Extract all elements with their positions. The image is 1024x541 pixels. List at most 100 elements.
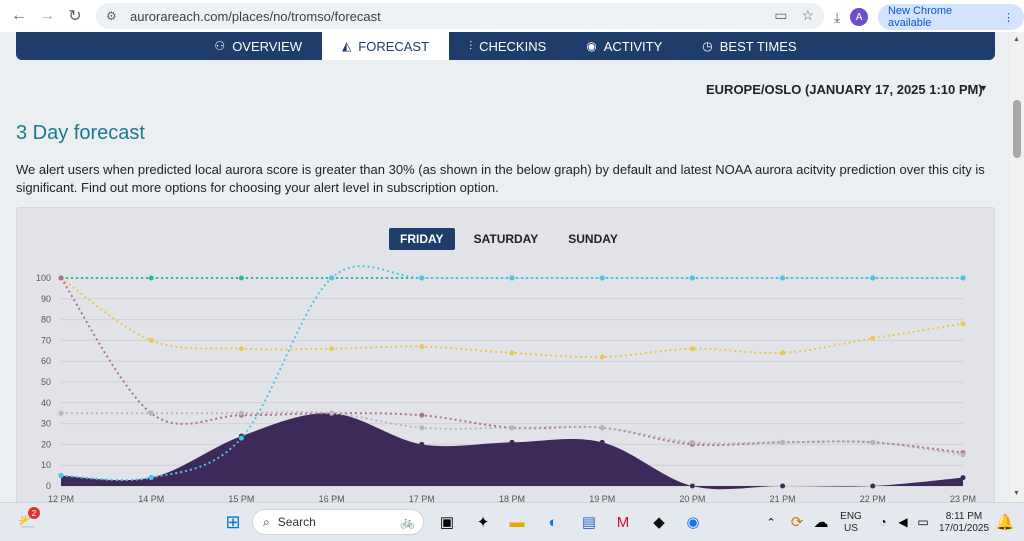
task-view-icon[interactable]: ▣ bbox=[434, 509, 460, 535]
notification-bell-icon[interactable]: 🔔 bbox=[992, 509, 1018, 535]
scroll-down-icon[interactable]: ▼ bbox=[1013, 490, 1020, 497]
data-point bbox=[780, 350, 786, 356]
x-tick-label: 19 PM bbox=[589, 494, 615, 502]
back-arrow-icon[interactable]: ← bbox=[6, 3, 32, 29]
data-point bbox=[509, 350, 515, 356]
eye-icon: ◉ bbox=[586, 39, 597, 53]
caret-down-icon[interactable]: ▼ bbox=[979, 83, 988, 93]
data-point bbox=[509, 439, 515, 445]
cast-icon[interactable]: ▭ bbox=[774, 7, 787, 24]
clock[interactable]: 8:11 PM 17/01/2025 bbox=[934, 511, 994, 535]
y-tick-label: 90 bbox=[41, 294, 51, 304]
battery-icon[interactable]: ▭ bbox=[910, 509, 936, 535]
x-tick-label: 22 PM bbox=[860, 494, 886, 502]
edge-icon[interactable]: ◐ bbox=[540, 509, 566, 535]
data-point bbox=[780, 275, 786, 281]
y-tick-label: 100 bbox=[36, 273, 51, 283]
search-placeholder: Search bbox=[277, 515, 316, 529]
tab-overview[interactable]: ⚇ OVERVIEW bbox=[194, 32, 322, 60]
mcafee-icon[interactable]: M bbox=[610, 509, 636, 535]
x-tick-label: 14 PM bbox=[138, 494, 164, 502]
data-point bbox=[960, 321, 966, 327]
chart-card: FRIDAY SATURDAY SUNDAY 0 10 20 30 40 50 60 70 80 90… bbox=[16, 207, 995, 502]
data-point bbox=[689, 346, 695, 352]
address-bar[interactable]: ⚙ aurorareach.com/places/no/tromso/forec… bbox=[96, 3, 824, 29]
bike-icon: 🚲 bbox=[400, 515, 415, 529]
data-point bbox=[329, 346, 335, 352]
data-point bbox=[58, 410, 64, 416]
tab-label: BEST TIMES bbox=[719, 38, 797, 54]
data-point bbox=[599, 354, 605, 360]
x-tick-label: 18 PM bbox=[499, 494, 525, 502]
data-point bbox=[780, 483, 786, 489]
data-point bbox=[419, 441, 425, 447]
cloud-icon[interactable]: ☁ bbox=[808, 509, 834, 535]
tab-label: OVERVIEW bbox=[232, 38, 303, 54]
data-point bbox=[419, 275, 425, 281]
clock-date: 17/01/2025 bbox=[938, 523, 990, 534]
tab-label: CHECKINS bbox=[479, 38, 547, 54]
tab-label: ACTIVITY bbox=[603, 38, 663, 54]
data-point bbox=[329, 410, 335, 416]
file-explorer-icon[interactable]: ▬ bbox=[504, 509, 530, 535]
timezone-selector[interactable]: EUROPE/OSLO (JANUARY 17, 2025 1:10 PM) bbox=[706, 82, 983, 97]
tab-best-times[interactable]: ◷ BEST TIMES bbox=[682, 32, 816, 60]
data-point bbox=[960, 475, 966, 481]
chevron-up-icon[interactable]: ⌃ bbox=[758, 509, 784, 535]
more-vert-icon: ⋮ bbox=[1003, 11, 1014, 24]
tab-checkins[interactable]: ⫶ CHECKINS bbox=[449, 32, 566, 60]
scroll-thumb[interactable] bbox=[1013, 100, 1021, 158]
windows-start-icon[interactable]: ⊞ bbox=[220, 509, 246, 535]
y-tick-label: 70 bbox=[41, 335, 51, 345]
y-tick-label: 40 bbox=[41, 398, 51, 408]
data-point bbox=[419, 412, 425, 418]
forecast-nav: ⚇ OVERVIEW ◭ FORECAST ⫶ CHECKINS ◉ ACTIVITY ◷ BES… bbox=[16, 32, 995, 60]
bookmark-star-icon[interactable]: ☆ bbox=[801, 7, 814, 24]
data-point bbox=[689, 275, 695, 281]
new-chrome-button[interactable]: New Chrome available ⋮ bbox=[877, 4, 1024, 30]
chart-area-icon: ◭ bbox=[342, 39, 352, 53]
data-point bbox=[780, 439, 786, 445]
data-point bbox=[148, 275, 154, 281]
data-point bbox=[419, 344, 425, 350]
y-tick-label: 50 bbox=[41, 377, 51, 387]
data-point bbox=[329, 275, 335, 281]
copilot-icon[interactable]: ✦ bbox=[470, 509, 496, 535]
taskbar: ⛅ 2 ⊞ ⌕ Search 🚲 ▣ ✦ ▬ ◐ ▤ M ◆ ◉ ⌃ ⟳ ☁ E… bbox=[0, 502, 1024, 541]
data-point bbox=[148, 475, 154, 481]
aurora-chart: 0 10 20 30 40 50 60 70 80 90 100 12 PM 14 PM 15 PM 16 … bbox=[36, 265, 976, 502]
data-point bbox=[870, 483, 876, 489]
forward-arrow-icon[interactable]: → bbox=[34, 3, 60, 29]
page-scrollbar[interactable]: ▲ ▼ bbox=[1010, 32, 1024, 502]
y-tick-label: 10 bbox=[41, 460, 51, 470]
data-point bbox=[509, 275, 515, 281]
store-icon[interactable]: ▤ bbox=[576, 509, 602, 535]
dropbox-icon[interactable]: ◆ bbox=[646, 509, 672, 535]
url-text[interactable]: aurorareach.com/places/no/tromso/forecas… bbox=[130, 9, 381, 24]
clock-time: 8:11 PM bbox=[945, 511, 983, 522]
lang-line2: US bbox=[844, 523, 858, 534]
clock-icon: ◷ bbox=[702, 39, 713, 53]
reload-icon[interactable]: ↻ bbox=[62, 3, 88, 29]
avatar[interactable]: A bbox=[850, 8, 868, 26]
data-point bbox=[689, 483, 695, 489]
series-line bbox=[60, 277, 964, 359]
tab-activity[interactable]: ◉ ACTIVITY bbox=[566, 32, 682, 60]
series-area bbox=[61, 413, 963, 490]
scroll-up-icon[interactable]: ▲ bbox=[1013, 36, 1020, 43]
data-point bbox=[960, 452, 966, 458]
chrome-icon[interactable]: ◉ bbox=[680, 509, 706, 535]
data-point bbox=[599, 275, 605, 281]
taskbar-search[interactable]: ⌕ Search 🚲 bbox=[252, 509, 424, 535]
download-icon[interactable]: ⤓ bbox=[834, 9, 840, 26]
language-indicator[interactable]: ENG US bbox=[838, 511, 864, 535]
data-point bbox=[689, 439, 695, 445]
tab-forecast[interactable]: ◭ FORECAST bbox=[322, 32, 450, 60]
binoculars-icon: ⚇ bbox=[214, 39, 226, 53]
sync-icon[interactable]: ⟳ bbox=[784, 509, 810, 535]
data-point bbox=[238, 435, 244, 441]
site-settings-icon[interactable]: ⚙ bbox=[106, 9, 122, 23]
search-icon: ⌕ bbox=[263, 514, 270, 529]
y-tick-label: 0 bbox=[46, 481, 51, 491]
forecast-description: We alert users when predicted local auro… bbox=[16, 162, 985, 195]
